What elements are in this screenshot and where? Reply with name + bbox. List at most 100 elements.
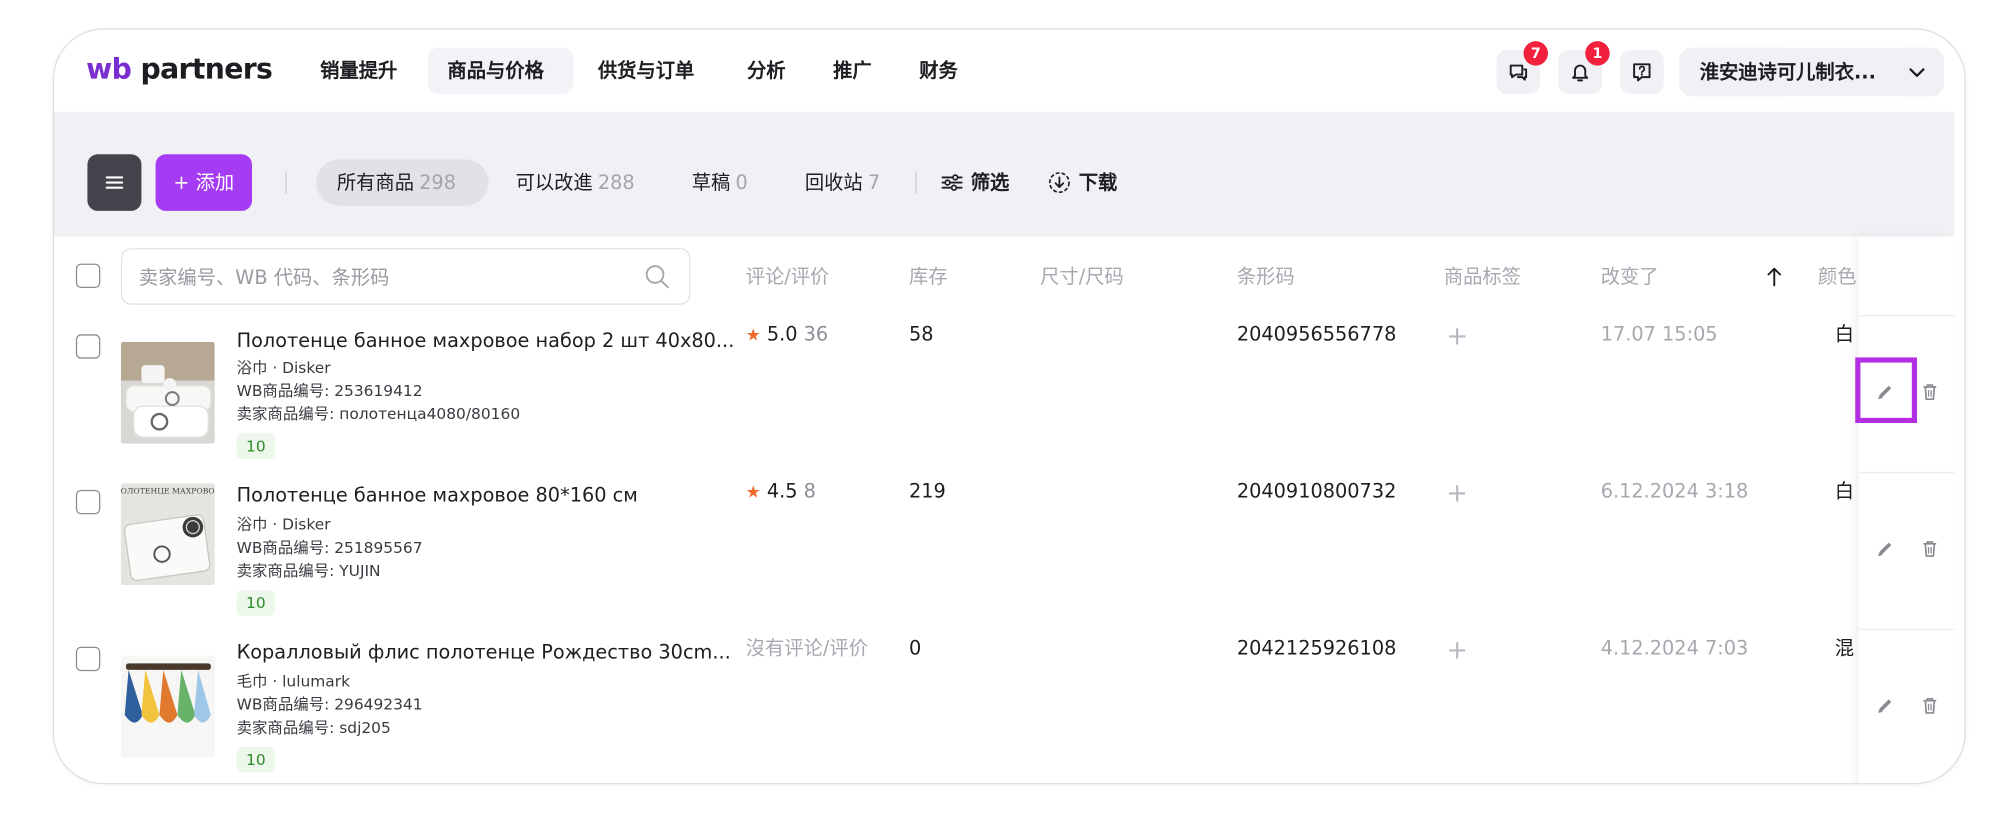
logo-wb: wb — [86, 53, 132, 87]
star-icon: ★ — [745, 326, 761, 346]
chevron-down-icon — [1909, 68, 1925, 78]
barcode-cell: 2042125926108 — [1236, 636, 1397, 660]
screenshot-stage: wb partners 销量提升 商品与价格 供货与订单 分析 推广 财务 7 … — [0, 0, 2016, 813]
notifications-button[interactable]: 1 — [1558, 41, 1610, 94]
rating-value: 5.0 — [766, 322, 798, 346]
tab-recycle-bin[interactable]: 回收站 7 — [805, 170, 880, 196]
toolbar-divider — [285, 170, 287, 195]
search-input[interactable]: 卖家编号、WB 代码、条形码 — [139, 265, 390, 291]
trash-icon — [1923, 697, 1937, 714]
row-checkbox[interactable] — [75, 489, 101, 515]
nav-item-sales-boost[interactable]: 销量提升 — [320, 58, 397, 84]
bell-icon — [1572, 64, 1589, 82]
tab-count: 298 — [419, 170, 456, 195]
toolbar-divider — [915, 170, 917, 195]
towel-image — [120, 341, 215, 444]
row-checkbox[interactable] — [75, 646, 101, 672]
product-count-badge: 10 — [236, 590, 276, 616]
chat-badge: 7 — [1523, 41, 1548, 66]
column-header-reviews[interactable]: 评论/评价 — [746, 264, 830, 290]
add-button[interactable]: + 添加 — [155, 154, 252, 211]
trash-icon — [1923, 384, 1937, 401]
notifications-badge: 1 — [1585, 41, 1610, 66]
edit-button[interactable] — [1871, 535, 1899, 563]
delete-button[interactable] — [1916, 535, 1944, 563]
product-title[interactable]: Коралловый флис полотенце Рождество 30cm… — [237, 639, 731, 665]
tab-count: 0 — [735, 170, 748, 195]
tab-count: 7 — [867, 170, 881, 195]
edit-icon — [1878, 542, 1892, 557]
app-window: wb partners 销量提升 商品与价格 供货与订单 分析 推广 财务 7 … — [52, 28, 1966, 785]
color-cell: 混 — [1834, 636, 1854, 660]
tab-all-products[interactable]: 所有商品 298 — [337, 170, 456, 196]
product-title[interactable]: Полотенце банное махровое набор 2 шт 40x… — [237, 328, 735, 354]
rating-cell[interactable]: ★ 4.5 8 — [746, 478, 816, 506]
tab-can-improve[interactable]: 可以改進 288 — [516, 170, 635, 196]
column-header-changed[interactable]: 改变了 — [1601, 264, 1659, 290]
product-count-badge: 10 — [236, 746, 276, 773]
rating-cell[interactable]: ★ 5.0 36 — [746, 321, 829, 349]
filter-icon — [941, 174, 963, 191]
add-tag-icon[interactable]: + — [1446, 323, 1468, 349]
search-field[interactable]: 卖家编号、WB 代码、条形码 — [120, 248, 691, 305]
product-seller-code: 卖家商品编号: полотенца4080/80160 — [236, 404, 521, 423]
scaled-canvas: wb partners 销量提升 商品与价格 供货与订单 分析 推广 财务 7 … — [0, 0, 2016, 813]
color-cell: 白 — [1834, 322, 1854, 346]
nav-item-analytics[interactable]: 分析 — [747, 58, 786, 84]
changed-cell: 17.07 15:05 — [1600, 322, 1718, 346]
hanging-towels-image — [120, 655, 215, 758]
download-label: 下载 — [1078, 170, 1118, 195]
download-button[interactable]: 下载 — [1048, 170, 1117, 196]
menu-icon — [105, 176, 124, 189]
delete-button[interactable] — [1916, 378, 1944, 406]
tab-label: 所有商品 — [336, 170, 415, 195]
add-tag-icon[interactable]: + — [1446, 480, 1468, 506]
nav-item-supply-orders[interactable]: 供货与订单 — [598, 58, 694, 84]
row-divider — [1859, 314, 1955, 317]
product-count-badge: 10 — [236, 433, 276, 459]
towel-box-image: ПОЛОТЕНЦЕ МАХРОВОЕ — [120, 483, 215, 585]
add-tag-icon[interactable]: + — [1446, 636, 1468, 662]
column-header-color[interactable]: 颜色 — [1818, 264, 1857, 290]
star-icon: ★ — [745, 483, 761, 503]
column-header-barcode[interactable]: 条形码 — [1237, 264, 1295, 290]
rating-count: 36 — [803, 322, 829, 346]
delete-button[interactable] — [1916, 692, 1944, 720]
row-checkbox[interactable] — [75, 334, 101, 359]
rating-count: 8 — [803, 479, 816, 503]
product-thumbnail[interactable] — [120, 655, 215, 758]
search-icon[interactable] — [643, 262, 671, 290]
tab-drafts[interactable]: 草稿 0 — [692, 170, 748, 196]
wb-partners-logo[interactable]: wb partners — [86, 53, 273, 89]
product-seller-code: 卖家商品编号: YUJIN — [236, 561, 381, 580]
filter-button[interactable]: 筛选 — [941, 170, 1009, 196]
help-button[interactable] — [1619, 50, 1664, 94]
product-category: 毛巾 · lulumark — [236, 672, 351, 691]
product-title[interactable]: Полотенце банное махровое 80*160 см — [237, 482, 638, 508]
column-header-size[interactable]: 尺寸/尺码 — [1040, 264, 1124, 290]
select-all-checkbox[interactable] — [75, 263, 101, 288]
sort-arrow-icon[interactable] — [1765, 265, 1783, 288]
changed-cell: 6.12.2024 3:18 — [1600, 479, 1749, 503]
logo-partners: partners — [140, 53, 273, 87]
nav-item-products-prices[interactable]: 商品与价格 — [447, 58, 543, 84]
help-icon — [1633, 63, 1651, 82]
product-thumbnail[interactable]: ПОЛОТЕНЦЕ МАХРОВОЕ — [120, 483, 215, 585]
product-thumbnail[interactable] — [120, 341, 215, 444]
no-reviews-cell: 沒有评论/评价 — [745, 636, 868, 660]
product-wb-code: WB商品编号: 296492341 — [236, 695, 423, 714]
nav-item-finance[interactable]: 财务 — [919, 58, 958, 84]
chat-button[interactable]: 7 — [1496, 41, 1548, 94]
column-header-stock[interactable]: 库存 — [909, 264, 948, 290]
account-selector[interactable]: 淮安迪诗可儿制衣... — [1679, 47, 1944, 97]
menu-button[interactable] — [87, 154, 142, 211]
stock-cell: 58 — [908, 322, 934, 346]
download-icon — [1048, 172, 1070, 194]
edit-button[interactable] — [1871, 692, 1899, 720]
color-cell: 白 — [1834, 479, 1854, 503]
edit-button-highlight — [1855, 357, 1917, 423]
account-name: 淮安迪诗可儿制衣... — [1699, 60, 1876, 84]
edit-icon — [1878, 699, 1892, 714]
column-header-tags[interactable]: 商品标签 — [1444, 264, 1521, 290]
nav-item-promotion[interactable]: 推广 — [833, 58, 872, 84]
